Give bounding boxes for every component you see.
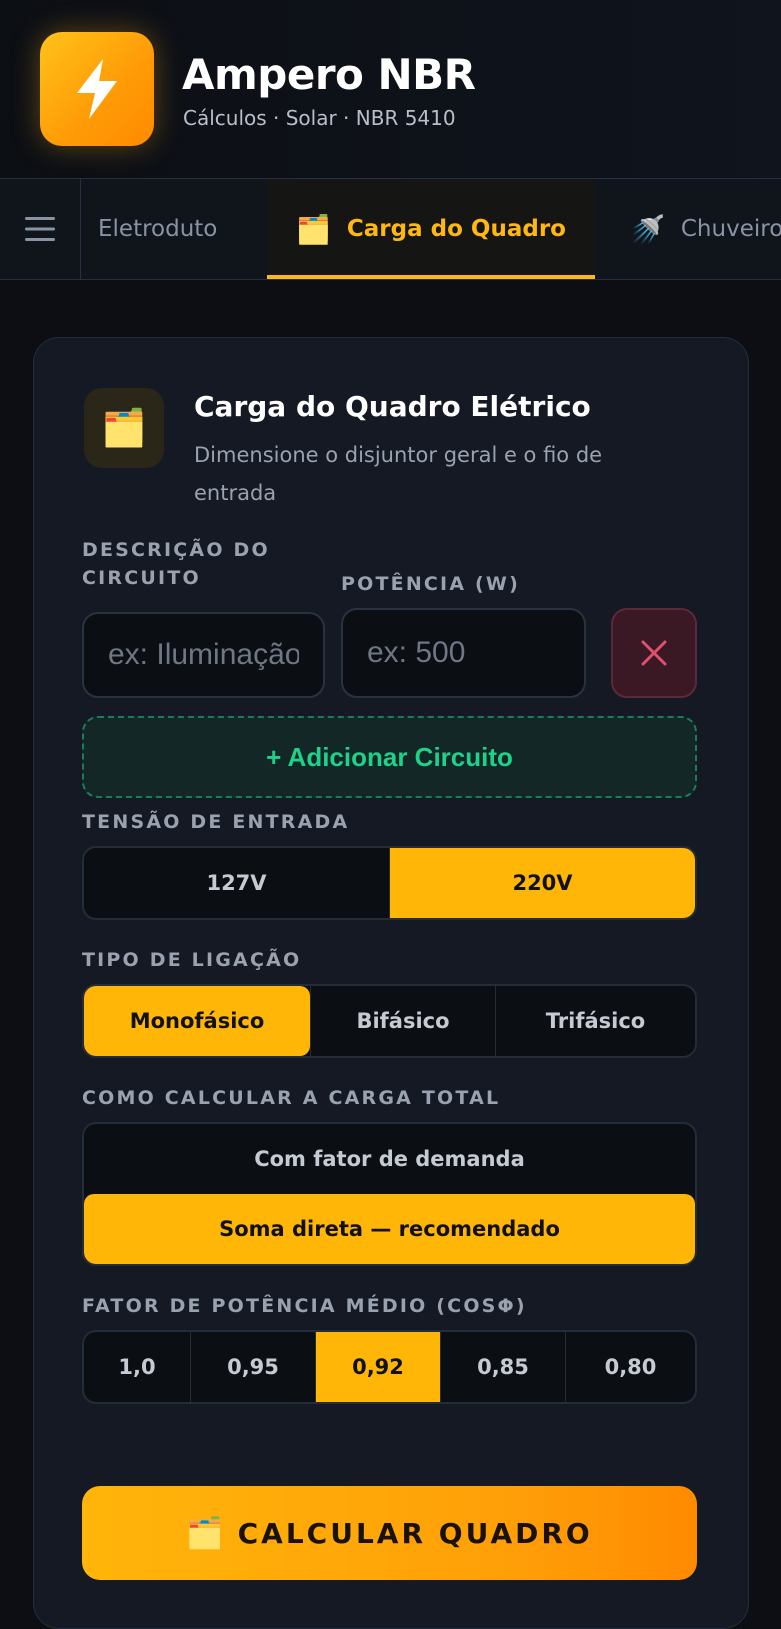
connection-type-selector: Monofásico Bifásico Trifásico — [82, 984, 697, 1058]
app-logo — [40, 32, 154, 146]
power-label: POTÊNCIA (W) — [341, 573, 520, 595]
power-factor-option-0-92[interactable]: 0,92 — [315, 1332, 440, 1402]
tab-bar: Eletroduto 🗂️ Carga do Quadro 🚿 Chuveiro — [0, 178, 781, 280]
tab-carga-do-quadro[interactable]: 🗂️ Carga do Quadro — [267, 179, 595, 279]
card-index-dividers-icon: 🗂️ — [101, 408, 147, 449]
tab-label: Chuveiro — [680, 216, 781, 242]
panel-load-card: 🗂️ Carga do Quadro Elétrico Dimensione o… — [33, 337, 749, 1629]
power-factor-selector: 1,0 0,95 0,92 0,85 0,80 — [82, 1330, 697, 1404]
load-method-option-direct-sum[interactable]: Soma direta — recomendado — [84, 1194, 695, 1264]
app-header: Ampero NBR Cálculos · Solar · NBR 5410 — [0, 0, 781, 178]
voltage-label: TENSÃO DE ENTRADA — [82, 811, 350, 833]
voltage-selector: 127V 220V — [82, 846, 697, 920]
tab-chuveiro[interactable]: 🚿 Chuveiro — [630, 179, 781, 279]
calculate-panel-button[interactable]: 🗂️ CALCULAR QUADRO — [82, 1486, 697, 1580]
calculate-label: CALCULAR QUADRO — [237, 1516, 593, 1550]
circuit-description-input[interactable] — [82, 612, 325, 698]
card-description: Dimensione o disjuntor geral e o fio de … — [194, 443, 603, 505]
connection-option-bifasico[interactable]: Bifásico — [310, 986, 495, 1056]
shower-icon: 🚿 — [630, 212, 665, 246]
tab-label: Eletroduto — [98, 216, 218, 242]
add-circuit-button[interactable]: + Adicionar Circuito — [82, 716, 697, 798]
voltage-option-127v[interactable]: 127V — [84, 848, 389, 918]
connection-option-monofasico[interactable]: Monofásico — [84, 986, 310, 1056]
power-factor-label: FATOR DE POTÊNCIA MÉDIO (COSΦ) — [82, 1295, 527, 1317]
menu-button[interactable] — [0, 179, 81, 279]
load-method-selector: Com fator de demanda Soma direta — recom… — [82, 1122, 697, 1266]
tab-label: Carga do Quadro — [346, 216, 566, 242]
card-index-dividers-icon: 🗂️ — [186, 1515, 224, 1551]
app-title: Ampero NBR — [182, 50, 476, 99]
power-factor-option-0-95[interactable]: 0,95 — [190, 1332, 315, 1402]
hamburger-menu-icon — [25, 217, 55, 241]
power-input[interactable] — [341, 608, 586, 698]
lightning-bolt-icon — [77, 59, 117, 119]
card-icon: 🗂️ — [84, 388, 164, 468]
remove-circuit-button[interactable] — [611, 608, 697, 698]
power-factor-option-1-0[interactable]: 1,0 — [84, 1332, 190, 1402]
circuit-description-label: DESCRIÇÃO DO CIRCUITO — [82, 539, 270, 589]
power-factor-option-0-80[interactable]: 0,80 — [565, 1332, 695, 1402]
voltage-option-220v[interactable]: 220V — [389, 848, 695, 918]
close-icon — [641, 640, 667, 666]
card-index-dividers-icon: 🗂️ — [296, 212, 331, 246]
power-factor-option-0-85[interactable]: 0,85 — [440, 1332, 565, 1402]
connection-option-trifasico[interactable]: Trifásico — [495, 986, 695, 1056]
app-subtitle: Cálculos · Solar · NBR 5410 — [183, 106, 456, 130]
card-title: Carga do Quadro Elétrico — [194, 390, 591, 423]
tab-eletroduto[interactable]: Eletroduto — [98, 179, 217, 279]
load-method-option-demand-factor[interactable]: Com fator de demanda — [84, 1124, 695, 1194]
connection-type-label: TIPO DE LIGAÇÃO — [82, 949, 302, 971]
load-method-label: COMO CALCULAR A CARGA TOTAL — [82, 1087, 501, 1109]
